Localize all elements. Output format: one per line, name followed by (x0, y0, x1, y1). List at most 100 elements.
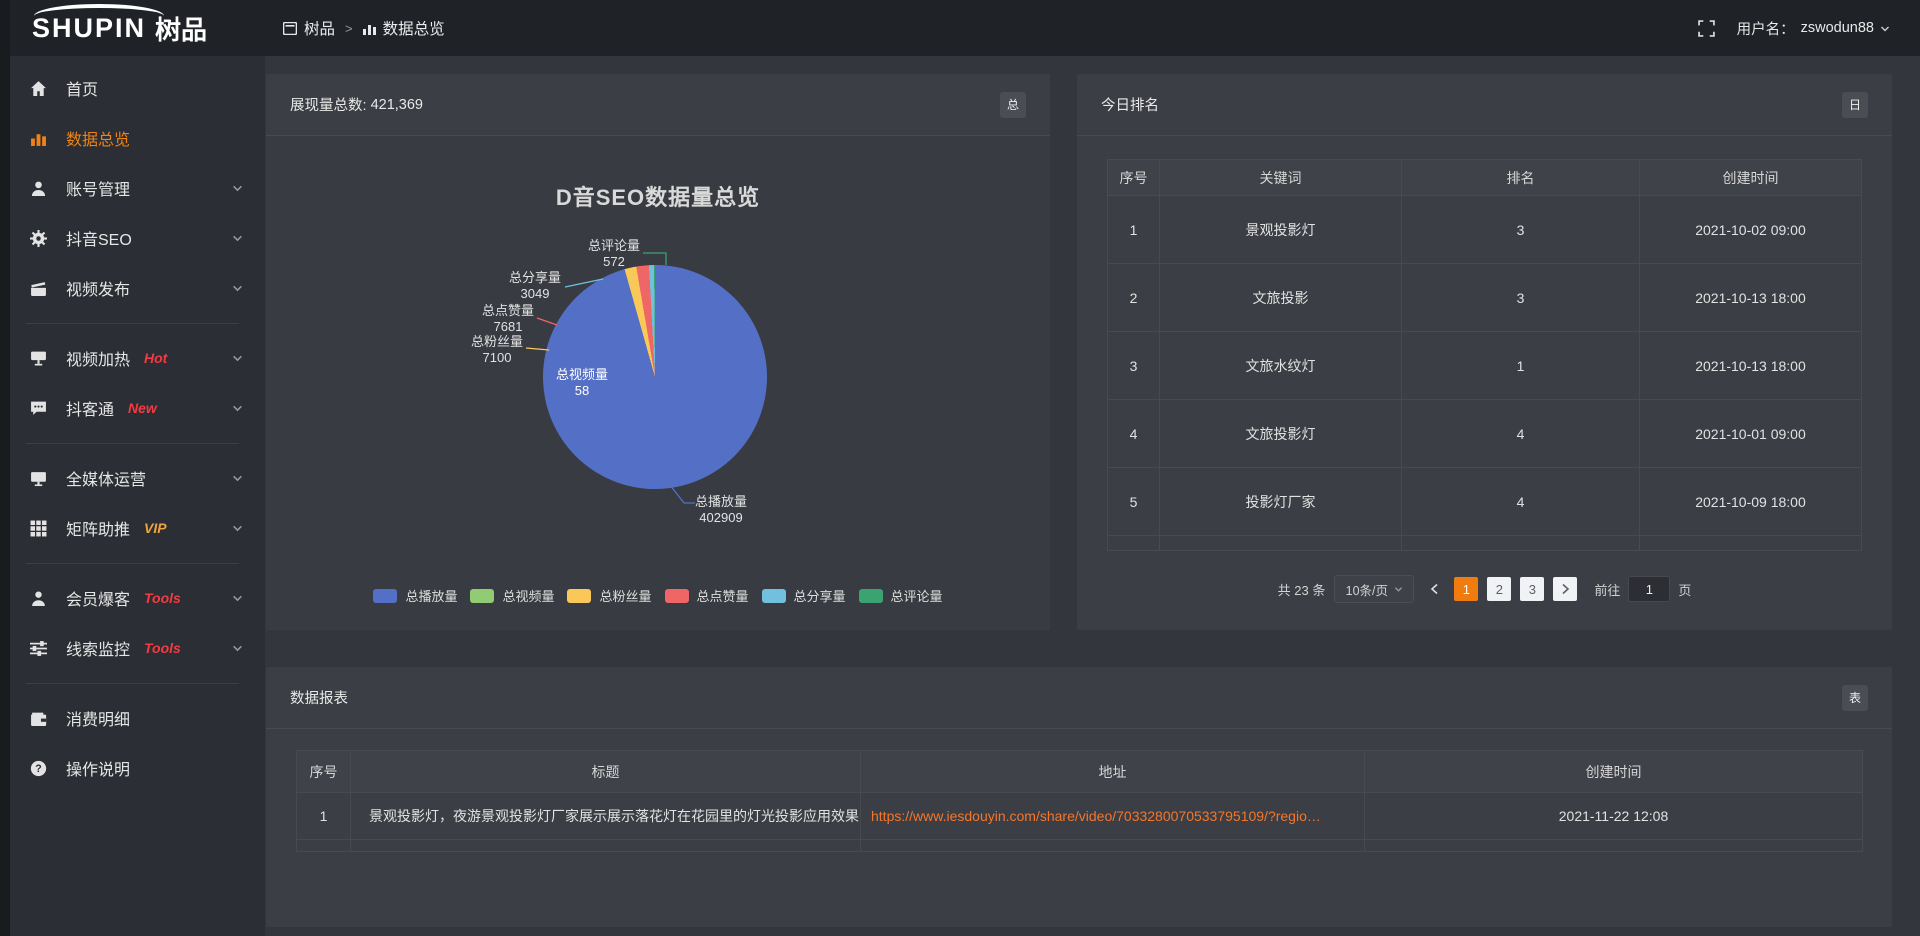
table-row: 4文旅投影灯42021-10-01 09:00 (1108, 400, 1862, 468)
legend-swatch (373, 589, 397, 603)
video-link[interactable]: https://www.iesdouyin.com/share/video/70… (871, 808, 1321, 824)
chevron-down-icon (232, 353, 243, 363)
table-row-partial (297, 840, 1863, 852)
sidebar-item-douyin-seo[interactable]: 抖音SEO (0, 213, 265, 263)
ranking-panel-title: 今日排名 (1101, 94, 1159, 115)
window-icon (283, 22, 297, 35)
clapperboard-icon (30, 280, 51, 297)
pagination: 共 23 条 10条/页 1 2 3 前往 页 (1077, 575, 1892, 603)
home-icon (30, 80, 51, 97)
sidebar-item-spending-detail[interactable]: 消费明细 (0, 693, 265, 743)
breadcrumb: 树品 > 数据总览 (283, 17, 445, 39)
chevron-down-icon (232, 403, 243, 413)
chevron-down-icon (232, 523, 243, 533)
sidebar-item-omni-media[interactable]: 全媒体运营 (0, 453, 265, 503)
goto-page: 前往 页 (1594, 576, 1691, 602)
chevron-left-icon (1430, 583, 1439, 595)
video-title-cell: 景观投影灯，夜游景观投影灯厂家展示展示落花灯在花园里的灯光投影应用效果 # (351, 793, 861, 840)
chevron-down-icon (232, 593, 243, 603)
impressions-total-label: 展现量总数: (290, 94, 367, 115)
sidebar-item-lead-monitor[interactable]: 线索监控 Tools (0, 623, 265, 673)
report-table: 序号 标题 地址 创建时间 1 景观投影灯，夜游景观投影灯厂家展示展示落花灯在花… (296, 750, 1863, 852)
legend-item-plays[interactable]: 总播放量 (373, 586, 457, 605)
wallet-icon (30, 710, 51, 727)
page-button-3[interactable]: 3 (1520, 577, 1544, 601)
sliders-icon (30, 640, 51, 657)
breadcrumb-item-current[interactable]: 数据总览 (363, 17, 445, 39)
sidebar-item-home[interactable]: 首页 (0, 63, 265, 113)
tools-badge: Tools (144, 590, 181, 606)
total-toggle-button[interactable]: 总 (1000, 92, 1026, 118)
sidebar-nav: 首页 数据总览 账号管理 抖音SEO 视频发布 视频加热 Hot 抖客通 New… (0, 56, 265, 936)
bar-chart-icon (30, 130, 51, 147)
chat-bubble-icon (30, 400, 51, 417)
username-label: 用户名： (1737, 18, 1795, 39)
sidebar-item-video-heat[interactable]: 视频加热 Hot (0, 333, 265, 383)
question-circle-icon: ? (30, 760, 51, 777)
breadcrumb-item-home[interactable]: 树品 (283, 17, 335, 39)
pagination-total: 共 23 条 (1278, 580, 1326, 599)
grid-icon (30, 520, 51, 537)
table-row: 3文旅水纹灯12021-10-13 18:00 (1108, 332, 1862, 400)
table-header-row: 序号 标题 地址 创建时间 (297, 751, 1863, 793)
next-page-button[interactable] (1553, 577, 1577, 601)
day-toggle-button[interactable]: 日 (1842, 92, 1868, 118)
prev-page-button[interactable] (1423, 577, 1445, 601)
hot-badge: Hot (144, 350, 167, 366)
page-button-2[interactable]: 2 (1487, 577, 1511, 601)
goto-suffix: 页 (1678, 580, 1691, 599)
breadcrumb-separator: > (345, 21, 353, 36)
chevron-down-icon (232, 643, 243, 653)
pie-label-likes: 总点赞量7681 (470, 303, 546, 335)
legend-item-fans[interactable]: 总粉丝量 (567, 586, 651, 605)
legend-swatch (665, 589, 689, 603)
pie-label-shares: 总分享量3049 (497, 270, 573, 302)
page-button-1[interactable]: 1 (1454, 577, 1478, 601)
legend-swatch (859, 589, 883, 603)
data-report-panel: 数据报表 表 序号 标题 地址 创建时间 1 景观投影灯，夜游景观投影灯厂家展示… (266, 667, 1892, 927)
table-toggle-button[interactable]: 表 (1842, 685, 1868, 711)
sidebar-item-matrix-boost[interactable]: 矩阵助推 VIP (0, 503, 265, 553)
table-row: 5投影灯厂家42021-10-09 18:00 (1108, 468, 1862, 536)
logo-arc-decoration (34, 4, 164, 16)
sidebar-divider (26, 683, 239, 684)
pie-label-lines (266, 136, 1051, 629)
pie-chart-area: D音SEO数据量总览 总评论量572 总分享量3049 总点赞量7681 (266, 136, 1050, 629)
user-icon (30, 180, 51, 197)
top-header-bar: SHUPIN 树品 树品 > 数据总览 用户名：zswodun88 (0, 0, 1920, 56)
overview-panel-header: 展现量总数: 421,369 总 (266, 74, 1050, 136)
user-area: 用户名：zswodun88 (1698, 18, 1920, 39)
main-content: 抖音seo数据 全媒体运营数据 询盘数据 展现量总数: 421,369 总 D音… (265, 0, 1920, 927)
sidebar-item-account[interactable]: 账号管理 (0, 163, 265, 213)
logo-text: SHUPIN (32, 13, 146, 44)
svg-text:?: ? (35, 763, 41, 775)
legend-item-comments[interactable]: 总评论量 (859, 586, 943, 605)
table-row: 2文旅投影32021-10-13 18:00 (1108, 264, 1862, 332)
sidebar-item-member-leads[interactable]: 会员爆客 Tools (0, 573, 265, 623)
sidebar-item-instructions[interactable]: ? 操作说明 (0, 743, 265, 793)
legend-item-videos[interactable]: 总视频量 (470, 586, 554, 605)
app-logo: SHUPIN 树品 (0, 10, 265, 47)
sidebar-divider (26, 323, 239, 324)
table-row-partial (1108, 536, 1862, 551)
legend-item-likes[interactable]: 总点赞量 (665, 586, 749, 605)
vip-badge: VIP (144, 520, 167, 536)
legend-swatch (470, 589, 494, 603)
sidebar-item-data-overview[interactable]: 数据总览 (0, 113, 265, 163)
person-icon (30, 590, 51, 607)
ranking-panel-header: 今日排名 日 (1077, 74, 1892, 136)
chart-legend: 总播放量 总视频量 总粉丝量 总点赞量 总分享量 总评论量 (266, 586, 1050, 605)
sidebar-item-douketong[interactable]: 抖客通 New (0, 383, 265, 433)
user-menu[interactable]: 用户名：zswodun88 (1737, 18, 1890, 39)
goto-page-input[interactable] (1628, 576, 1670, 602)
page-size-select[interactable]: 10条/页 (1334, 575, 1414, 603)
fullscreen-icon[interactable] (1698, 20, 1715, 37)
screen-brush-icon (30, 350, 51, 367)
report-panel-title: 数据报表 (290, 687, 348, 708)
bar-chart-icon (363, 22, 376, 35)
legend-swatch (762, 589, 786, 603)
table-row: 1 景观投影灯，夜游景观投影灯厂家展示展示落花灯在花园里的灯光投影应用效果 # … (297, 793, 1863, 840)
legend-item-shares[interactable]: 总分享量 (762, 586, 846, 605)
sidebar-item-video-publish[interactable]: 视频发布 (0, 263, 265, 313)
table-row: 1景观投影灯32021-10-02 09:00 (1108, 196, 1862, 264)
